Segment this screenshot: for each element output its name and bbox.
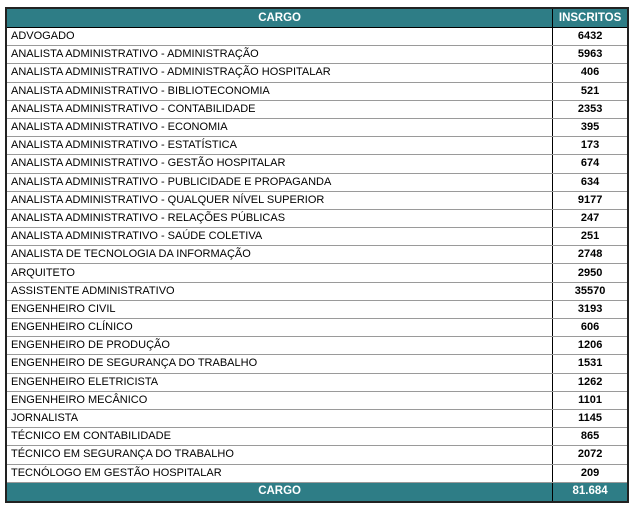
table-row: TÉCNICO EM SEGURANÇA DO TRABALHO 2072	[5, 445, 629, 465]
table-row: ANALISTA ADMINISTRATIVO - GESTÃO HOSPITA…	[5, 154, 629, 174]
inscritos-cell: 395	[552, 117, 629, 138]
table-row: ANALISTA ADMINISTRATIVO - QUALQUER NÍVEL…	[5, 190, 629, 210]
inscritos-cell: 606	[552, 317, 629, 338]
inscritos-cell: 3193	[552, 299, 629, 320]
table-row: ANALISTA ADMINISTRATIVO - PUBLICIDADE E …	[5, 172, 629, 192]
inscritos-cell: 251	[552, 227, 629, 247]
inscritos-cell: 1145	[552, 408, 629, 429]
inscritos-cell: 2950	[552, 263, 629, 283]
table-row: ENGENHEIRO DE PRODUÇÃO 1206	[5, 336, 629, 356]
cargo-cell: ARQUITETO	[5, 263, 554, 283]
cargo-cell: ANALISTA ADMINISTRATIVO - ESTATÍSTICA	[5, 136, 554, 156]
inscritos-table: CARGO INSCRITOS ADVOGADO 6432 ANALISTA ADM…	[5, 7, 629, 503]
table-body: ADVOGADO 6432 ANALISTA ADMINISTRATIVO - AD…	[5, 26, 629, 483]
cargo-cell: ENGENHEIRO CLÍNICO	[5, 317, 554, 338]
table-row: ARQUITETO 2950	[5, 263, 629, 283]
footer-total: 81.684	[552, 481, 629, 503]
table-row: ANALISTA ADMINISTRATIVO - BIBLIOTECONOMI…	[5, 81, 629, 101]
cargo-cell: ANALISTA ADMINISTRATIVO - SAÚDE COLETIVA	[5, 227, 554, 247]
table-row: ENGENHEIRO ELETRICISTA 1262	[5, 372, 629, 392]
cargo-cell: ANALISTA ADMINISTRATIVO - CONTABILIDADE	[5, 99, 554, 119]
inscritos-cell: 5963	[552, 45, 629, 65]
inscritos-cell: 406	[552, 63, 629, 83]
footer-row: CARGO 81.684	[5, 481, 629, 503]
cargo-cell: ANALISTA ADMINISTRATIVO - ADMINISTRAÇÃO …	[5, 63, 554, 83]
cargo-cell: ANALISTA ADMINISTRATIVO - PUBLICIDADE E …	[5, 172, 554, 192]
table-row: TÉCNICO EM CONTABILIDADE 865	[5, 427, 629, 447]
inscritos-cell: 674	[552, 154, 629, 174]
table-row: JORNALISTA 1145	[5, 408, 629, 429]
inscritos-cell: 2072	[552, 445, 629, 465]
table-row: ANALISTA ADMINISTRATIVO - ESTATÍSTICA 173	[5, 136, 629, 156]
inscritos-cell: 35570	[552, 281, 629, 301]
inscritos-cell: 1531	[552, 354, 629, 374]
cargo-cell: ADVOGADO	[5, 26, 554, 47]
inscritos-cell: 1101	[552, 390, 629, 410]
header-cargo: CARGO	[5, 7, 554, 28]
table-row: ENGENHEIRO MECÂNICO 1101	[5, 390, 629, 410]
cargo-cell: ASSISTENTE ADMINISTRATIVO	[5, 281, 554, 301]
inscritos-cell: 247	[552, 208, 629, 229]
table-row: ANALISTA ADMINISTRATIVO - CONTABILIDADE 2…	[5, 99, 629, 119]
inscritos-cell: 2748	[552, 245, 629, 265]
inscritos-cell: 1262	[552, 372, 629, 392]
table-row: ANALISTA ADMINISTRATIVO - ECONOMIA 395	[5, 117, 629, 138]
table-row: ENGENHEIRO CIVIL 3193	[5, 299, 629, 320]
inscritos-cell: 173	[552, 136, 629, 156]
inscritos-cell: 1206	[552, 336, 629, 356]
inscritos-cell: 634	[552, 172, 629, 192]
footer-label: CARGO	[5, 481, 554, 503]
inscritos-cell: 865	[552, 427, 629, 447]
cargo-cell: ANALISTA ADMINISTRATIVO - ECONOMIA	[5, 117, 554, 138]
table-row: ANALISTA DE TECNOLOGIA DA INFORMAÇÃO 2748	[5, 245, 629, 265]
cargo-cell: ANALISTA ADMINISTRATIVO - QUALQUER NÍVEL…	[5, 190, 554, 210]
cargo-cell: ENGENHEIRO DE PRODUÇÃO	[5, 336, 554, 356]
cargo-cell: TECNÓLOGO EM GESTÃO HOSPITALAR	[5, 463, 554, 483]
table-row: ENGENHEIRO CLÍNICO 606	[5, 317, 629, 338]
cargo-cell: ANALISTA ADMINISTRATIVO - GESTÃO HOSPITA…	[5, 154, 554, 174]
table-row: ANALISTA ADMINISTRATIVO - ADMINISTRAÇÃO 5…	[5, 45, 629, 65]
table-row: ANALISTA ADMINISTRATIVO - SAÚDE COLETIVA…	[5, 227, 629, 247]
cargo-cell: ANALISTA ADMINISTRATIVO - RELAÇÕES PÚBLI…	[5, 208, 554, 229]
cargo-cell: ENGENHEIRO ELETRICISTA	[5, 372, 554, 392]
table-row: TECNÓLOGO EM GESTÃO HOSPITALAR 209	[5, 463, 629, 483]
cargo-cell: TÉCNICO EM CONTABILIDADE	[5, 427, 554, 447]
cargo-cell: ENGENHEIRO MECÂNICO	[5, 390, 554, 410]
cargo-cell: TÉCNICO EM SEGURANÇA DO TRABALHO	[5, 445, 554, 465]
header-row: CARGO INSCRITOS	[5, 7, 629, 28]
inscritos-cell: 209	[552, 463, 629, 483]
inscritos-cell: 9177	[552, 190, 629, 210]
table-row: ANALISTA ADMINISTRATIVO - RELAÇÕES PÚBLI…	[5, 208, 629, 229]
table-row: ADVOGADO 6432	[5, 26, 629, 47]
table-row: ENGENHEIRO DE SEGURANÇA DO TRABALHO 1531	[5, 354, 629, 374]
cargo-cell: ANALISTA ADMINISTRATIVO - BIBLIOTECONOMI…	[5, 81, 554, 101]
header-inscritos: INSCRITOS	[552, 7, 629, 28]
cargo-cell: ANALISTA ADMINISTRATIVO - ADMINISTRAÇÃO	[5, 45, 554, 65]
inscritos-cell: 2353	[552, 99, 629, 119]
cargo-cell: ENGENHEIRO CIVIL	[5, 299, 554, 320]
inscritos-cell: 6432	[552, 26, 629, 47]
inscritos-cell: 521	[552, 81, 629, 101]
table-row: ASSISTENTE ADMINISTRATIVO 35570	[5, 281, 629, 301]
table-row: ANALISTA ADMINISTRATIVO - ADMINISTRAÇÃO …	[5, 63, 629, 83]
cargo-cell: ANALISTA DE TECNOLOGIA DA INFORMAÇÃO	[5, 245, 554, 265]
cargo-cell: ENGENHEIRO DE SEGURANÇA DO TRABALHO	[5, 354, 554, 374]
cargo-cell: JORNALISTA	[5, 408, 554, 429]
